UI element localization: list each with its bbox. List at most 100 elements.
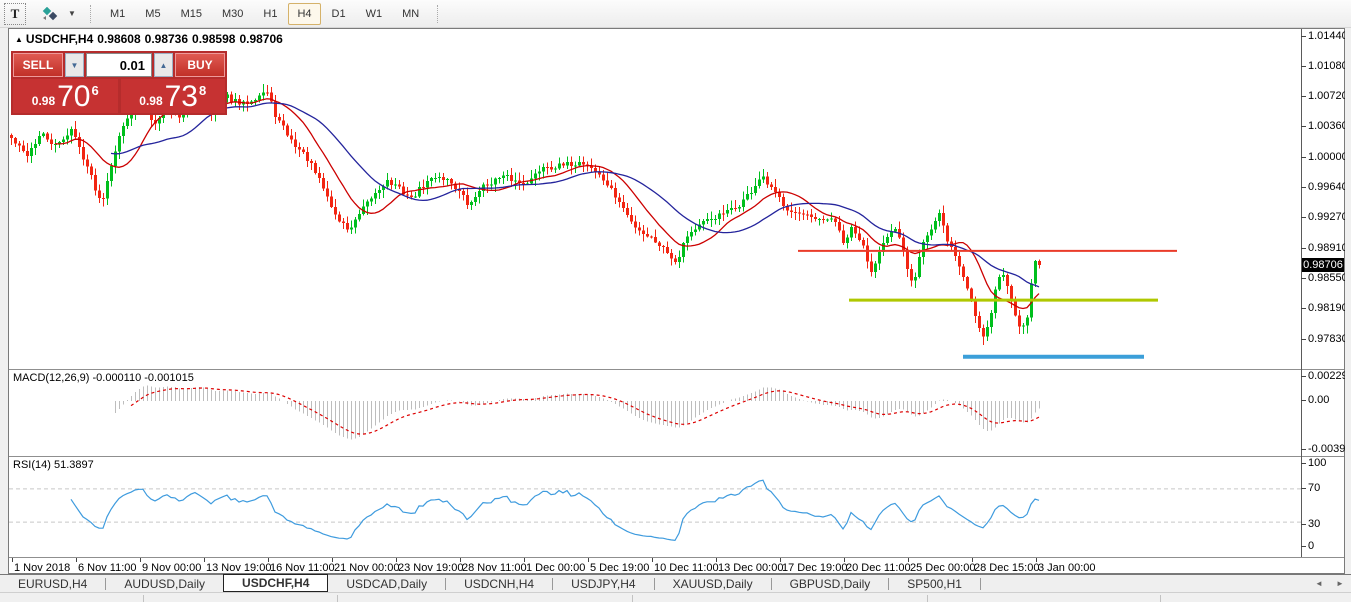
timeframe-MN[interactable]: MN	[393, 3, 428, 25]
buy-price-big: 73	[165, 82, 198, 112]
sell-price-big: 70	[57, 82, 90, 112]
statusbar-separator	[1160, 595, 1161, 602]
panel-divider[interactable]	[9, 369, 1344, 370]
time-label: 13 Dec 00:00	[718, 562, 783, 574]
objects-arrange-icon[interactable]	[40, 4, 60, 24]
collapse-triangle-icon[interactable]: ▲	[15, 35, 23, 44]
time-tick-mark	[780, 558, 781, 562]
price-tick-label: 1.01440	[1308, 31, 1348, 42]
ohlc-open: 0.98608	[97, 32, 140, 46]
tab-USDCHF-H4[interactable]: USDCHF,H4	[223, 574, 328, 592]
axis-tick-mark	[1301, 217, 1306, 218]
price-tick-label: 0.98550	[1308, 273, 1348, 284]
volume-input[interactable]	[86, 53, 152, 77]
volume-decrease-button[interactable]: ▼	[65, 53, 84, 77]
time-label: 3 Jan 00:00	[1038, 562, 1096, 574]
axis-tick-mark	[1301, 157, 1306, 158]
ohlc-high: 0.98736	[145, 32, 188, 46]
timeframe-W1[interactable]: W1	[357, 3, 392, 25]
macd-values: -0.000110 -0.001015	[92, 372, 193, 384]
volume-increase-button[interactable]: ▲	[154, 53, 173, 77]
tab-XAUUSD-Daily[interactable]: XAUUSD,Daily	[655, 575, 771, 592]
axis-tick-mark	[1301, 463, 1306, 464]
timeframe-H4[interactable]: H4	[288, 3, 320, 25]
timeframe-D1[interactable]: D1	[323, 3, 355, 25]
toolbar-separator	[90, 5, 92, 23]
tab-EURUSD-H4[interactable]: EURUSD,H4	[0, 575, 105, 592]
rsi-panel: RSI(14) 51.3897	[9, 457, 1301, 557]
time-tick-mark	[268, 558, 269, 562]
price-tick-label: 1.00360	[1308, 121, 1348, 132]
tab-SP500-H1[interactable]: SP500,H1	[889, 575, 980, 592]
chart-symbol: USDCHF,H4	[26, 32, 93, 46]
time-tick-mark	[140, 558, 141, 562]
chart-title: ▲USDCHF,H40.986080.987360.985980.98706	[15, 32, 287, 46]
time-label: 16 Nov 11:00	[270, 562, 335, 574]
axis-tick-mark	[1301, 449, 1306, 450]
axis-tick-mark	[1301, 126, 1306, 127]
axis-tick-mark	[1301, 376, 1306, 377]
rsi-canvas[interactable]	[9, 457, 1301, 557]
text-tool-button[interactable]: T	[4, 3, 26, 25]
price-tick-label: 0.97830	[1308, 334, 1348, 345]
time-axis[interactable]: 1 Nov 20186 Nov 11:009 Nov 00:0013 Nov 1…	[9, 558, 1301, 575]
tab-USDCAD-Daily[interactable]: USDCAD,Daily	[328, 575, 445, 592]
objects-dropdown-caret-icon[interactable]: ▼	[62, 4, 82, 24]
time-tick-mark	[716, 558, 717, 562]
macd-name: MACD(12,26,9)	[13, 372, 89, 384]
chart-workspace: ▲USDCHF,H40.986080.987360.985980.98706 S…	[8, 28, 1345, 574]
time-label: 5 Dec 19:00	[590, 562, 649, 574]
statusbar-separator	[927, 595, 928, 602]
rsi-tick-label: 70	[1308, 483, 1320, 494]
price-tick-label: 0.98910	[1308, 243, 1348, 254]
buy-price-prefix: 0.98	[139, 94, 162, 108]
rsi-label: RSI(14) 51.3897	[13, 459, 94, 471]
rsi-tick-label: 30	[1308, 519, 1320, 530]
axis-tick-mark	[1301, 488, 1306, 489]
axis-tick-mark	[1301, 278, 1306, 279]
time-label: 6 Nov 11:00	[78, 562, 137, 574]
tab-GBPUSD-Daily[interactable]: GBPUSD,Daily	[772, 575, 889, 592]
statusbar-separator	[337, 595, 338, 602]
axis-tick-mark	[1301, 339, 1306, 340]
price-tick-label: 0.98190	[1308, 303, 1348, 314]
tabs-scroll-right-icon[interactable]: ►	[1336, 575, 1344, 592]
price-tick-label: 1.00000	[1308, 152, 1348, 163]
buy-button[interactable]: BUY	[175, 53, 225, 77]
panel-divider	[9, 557, 1344, 558]
rsi-tick-label: 0	[1308, 541, 1314, 552]
sell-button[interactable]: SELL	[13, 53, 63, 77]
tab-USDCNH-H4[interactable]: USDCNH,H4	[446, 575, 552, 592]
tab-AUDUSD-Daily[interactable]: AUDUSD,Daily	[106, 575, 223, 592]
sell-price-prefix: 0.98	[32, 94, 55, 108]
macd-tick-label: 0.00	[1308, 395, 1329, 406]
price-tick-label: 0.99640	[1308, 182, 1348, 193]
ohlc-close: 0.98706	[239, 32, 282, 46]
tabs-scroll-left-icon[interactable]: ◄	[1315, 575, 1323, 592]
axis-tick-mark	[1301, 96, 1306, 97]
arrange-objects-icon	[41, 7, 59, 21]
time-label: 28 Dec 15:00	[974, 562, 1039, 574]
time-tick-mark	[588, 558, 589, 562]
buy-price-tile[interactable]: 0.98 73 8	[121, 79, 226, 113]
sell-price-tile[interactable]: 0.98 70 6	[13, 79, 118, 113]
panel-divider[interactable]	[9, 456, 1344, 457]
axis-tick-mark	[1301, 524, 1306, 525]
time-label: 25 Dec 00:00	[910, 562, 975, 574]
timeframe-M5[interactable]: M5	[136, 3, 169, 25]
tab-USDJPY-H4[interactable]: USDJPY,H4	[553, 575, 653, 592]
macd-panel: MACD(12,26,9) -0.000110 -0.001015	[9, 370, 1301, 456]
timeframe-M1[interactable]: M1	[101, 3, 134, 25]
time-label: 1 Dec 00:00	[526, 562, 585, 574]
time-tick-mark	[1036, 558, 1037, 562]
price-tick-label: 1.01080	[1308, 61, 1348, 72]
timeframe-H1[interactable]: H1	[254, 3, 286, 25]
timeframe-M30[interactable]: M30	[213, 3, 252, 25]
axis-tick-mark	[1301, 36, 1306, 37]
macd-canvas[interactable]	[9, 370, 1301, 456]
current-price-badge: 0.98706	[1302, 258, 1344, 272]
toolbar-separator	[437, 5, 439, 23]
timeframe-M15[interactable]: M15	[172, 3, 211, 25]
price-tick-label: 1.00720	[1308, 91, 1348, 102]
macd-label: MACD(12,26,9) -0.000110 -0.001015	[13, 372, 194, 384]
